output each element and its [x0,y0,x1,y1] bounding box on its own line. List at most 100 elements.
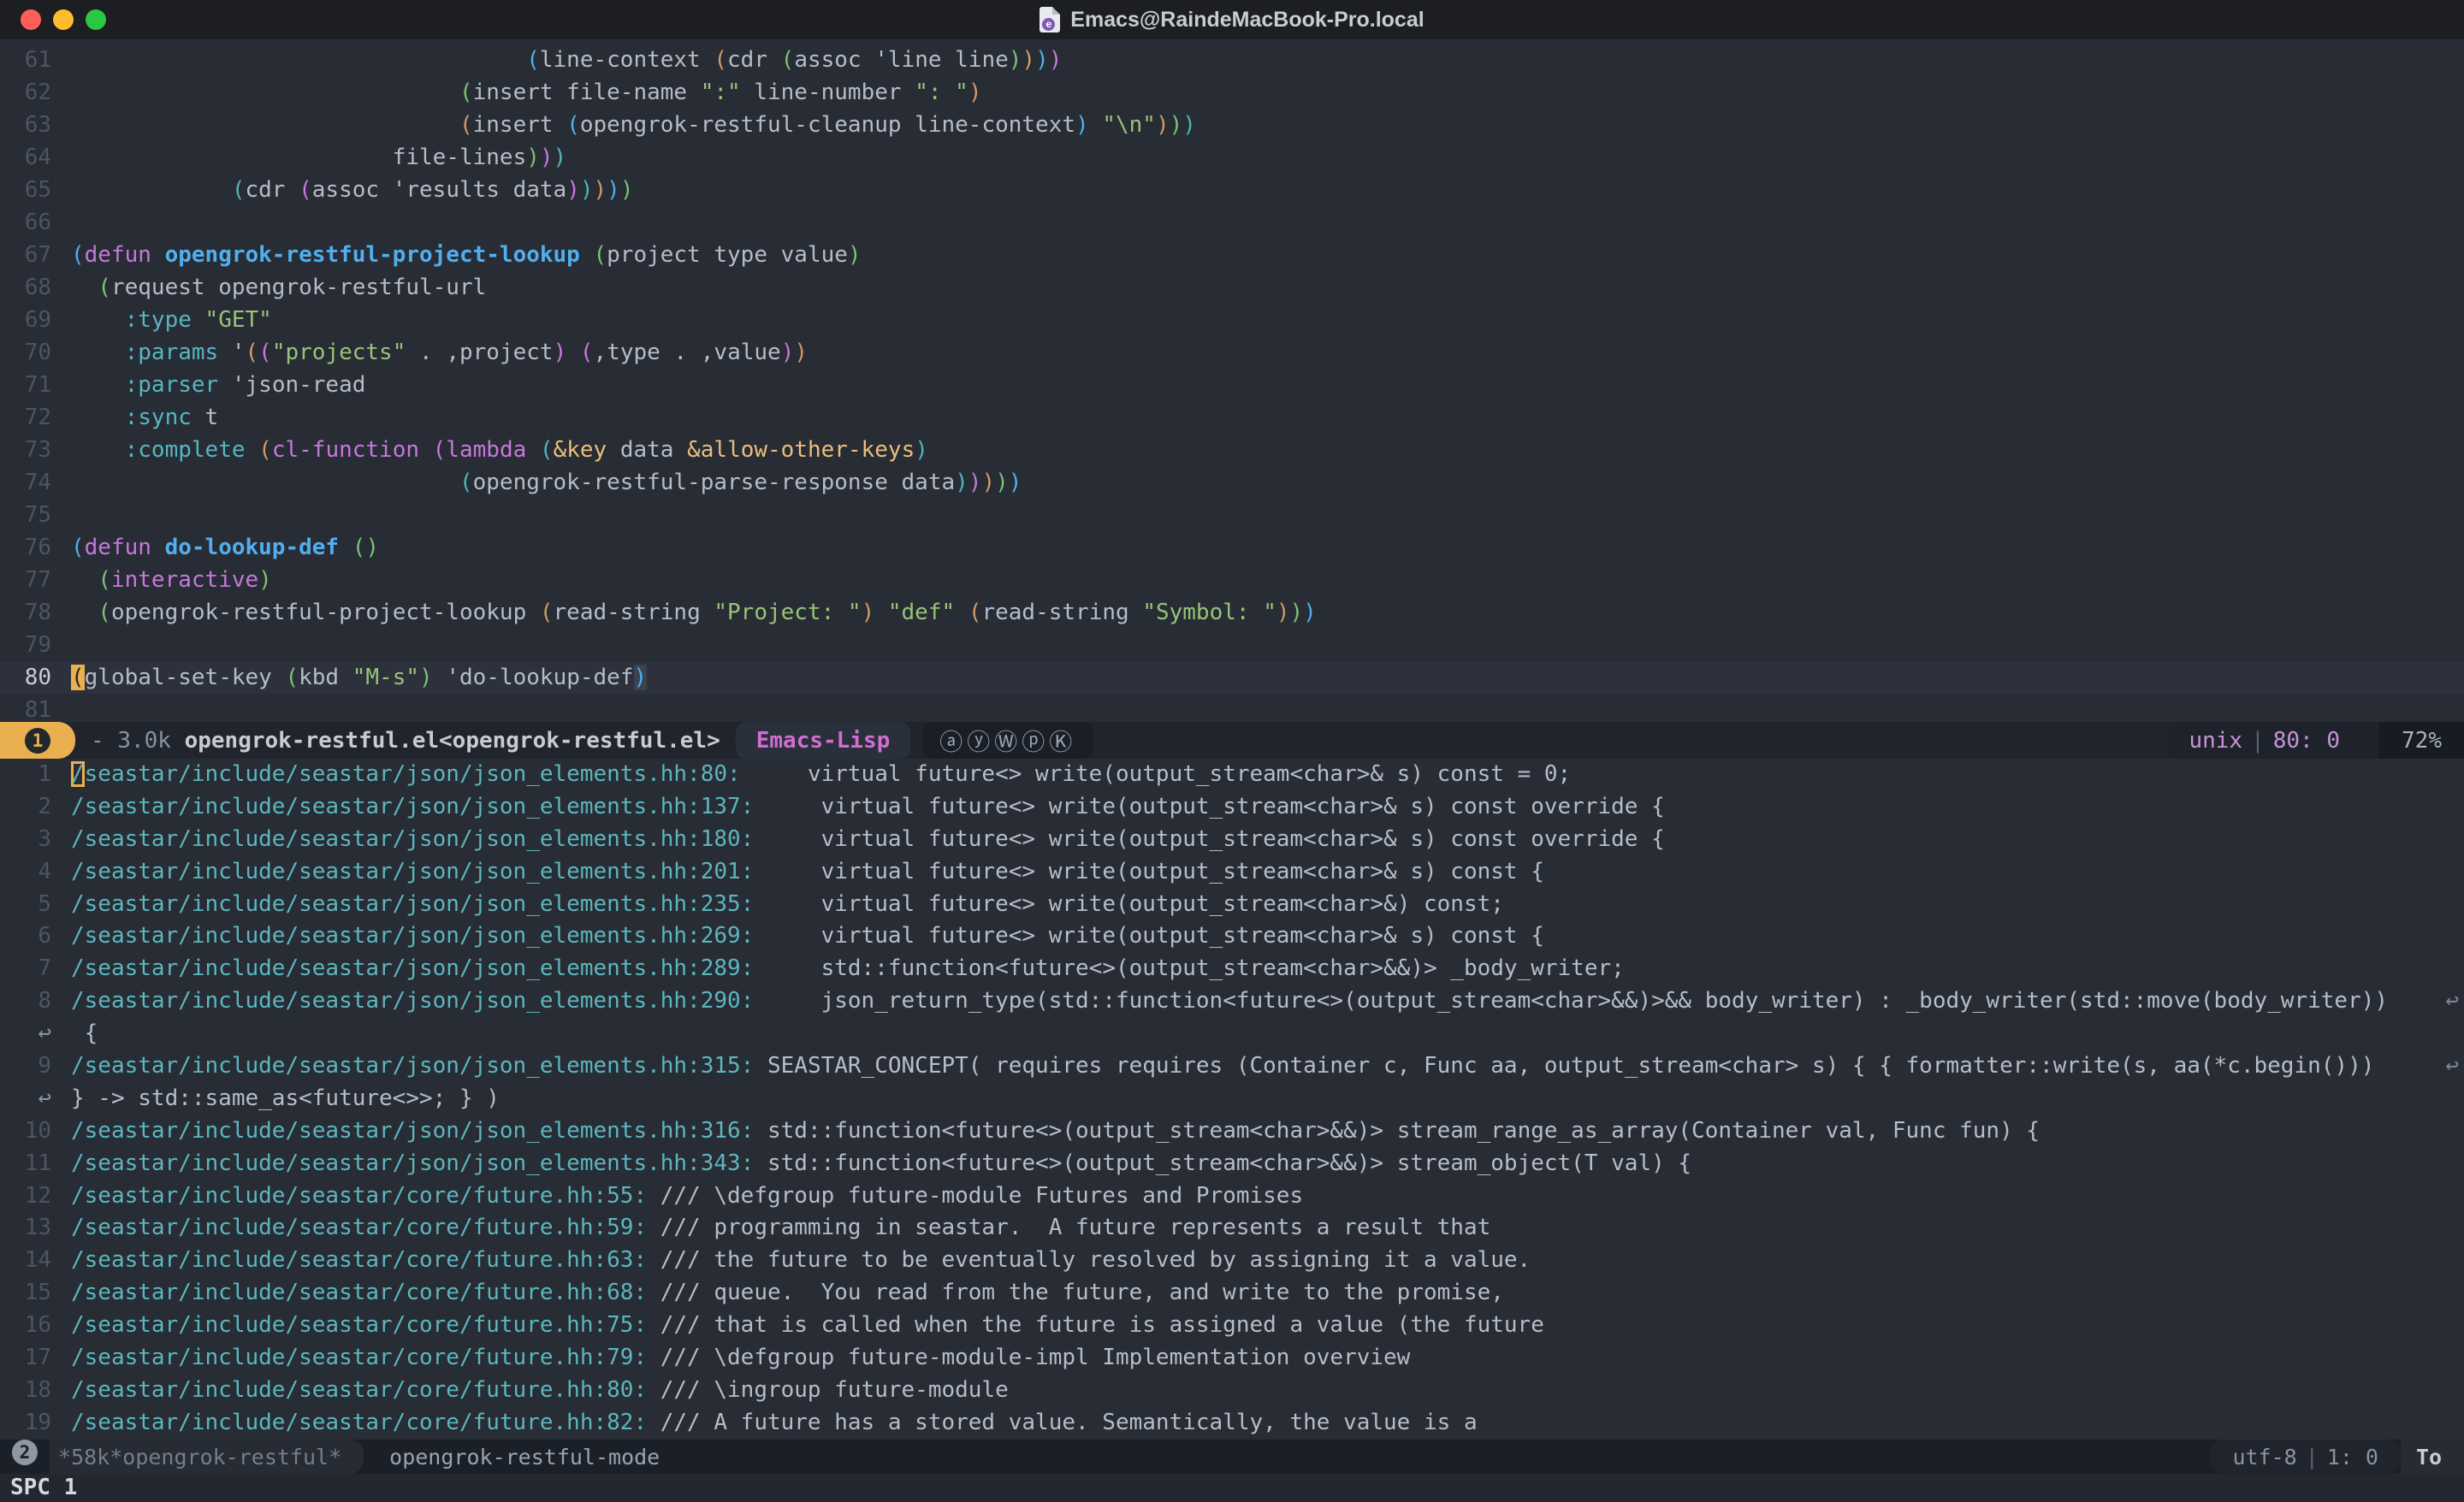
result-row[interactable]: 18/seastar/include/seastar/core/future.h… [0,1375,2464,1407]
code-line[interactable]: 67(defun opengrok-restful-project-lookup… [0,239,2464,271]
code-line[interactable]: 72 :sync t [0,401,2464,434]
results-window[interactable]: 1/seastar/include/seastar/json/json_elem… [0,759,2464,1440]
result-row[interactable]: 19/seastar/include/seastar/core/future.h… [0,1407,2464,1440]
result-path[interactable]: /seastar/include/seastar/core/future.hh:… [71,1215,647,1240]
code-line[interactable]: 77 (interactive) [0,564,2464,596]
major-mode-chip[interactable]: Emacs-Lisp [736,722,911,759]
result-path[interactable]: /seastar/include/seastar/core/future.hh:… [71,1377,647,1403]
result-row[interactable]: ↩} -> std::same_as<future<>>; } ) [0,1083,2464,1115]
result-path[interactable]: /seastar/include/seastar/core/future.hh:… [71,1183,647,1209]
result-path[interactable]: /seastar/include/seastar/core/future.hh:… [71,1410,647,1435]
result-row[interactable]: 13/seastar/include/seastar/core/future.h… [0,1212,2464,1245]
close-button-icon[interactable] [21,9,41,30]
major-mode-label: Emacs-Lisp [756,728,891,754]
result-row[interactable]: 15/seastar/include/seastar/core/future.h… [0,1277,2464,1310]
code-line[interactable]: 62 (insert file-name ":" line-number ": … [0,76,2464,109]
code-window[interactable]: 61 (line-context (cdr (assoc 'line line)… [0,39,2464,722]
result-path[interactable]: /seastar/include/seastar/core/future.hh:… [71,1312,647,1338]
line-number: 6 [0,920,71,953]
line-number: 81 [0,694,71,722]
line-number: 78 [0,596,71,629]
code-line[interactable]: 66 [0,206,2464,239]
result-row[interactable]: 17/seastar/include/seastar/core/future.h… [0,1342,2464,1375]
result-row[interactable]: 3/seastar/include/seastar/json/json_elem… [0,824,2464,856]
line-number: 2 [0,791,71,824]
result-path[interactable]: /seastar/include/seastar/json/json_eleme… [71,826,754,852]
result-path[interactable]: /seastar/include/seastar/core/future.hh:… [71,1247,647,1273]
major-mode-label[interactable]: opengrok-restful-mode [364,1440,685,1474]
result-path[interactable]: /seastar/include/seastar/json/json_eleme… [71,891,754,917]
result-row[interactable]: 8/seastar/include/seastar/json/json_elem… [0,985,2464,1018]
result-code: json_return_type(std::function<future<>(… [754,988,2388,1014]
line-number: 62 [0,76,71,109]
line-number: 18 [0,1375,71,1407]
buffer-info[interactable]: - 3.0k opengrok-restful.el<opengrok-rest… [75,722,736,759]
buffer-name: *opengrok-restful* [110,1445,341,1469]
result-row[interactable]: 2/seastar/include/seastar/json/json_elem… [0,791,2464,824]
result-path[interactable]: /seastar/include/seastar/core/future.hh:… [71,1280,647,1305]
code-line[interactable]: 76(defun do-lookup-def () [0,531,2464,564]
code-line[interactable]: 70 :params '(("projects" . ,project) (,t… [0,336,2464,369]
result-code: SEASTAR_CONCEPT( requires requires (Cont… [754,1053,2388,1079]
result-row[interactable]: 6/seastar/include/seastar/json/json_elem… [0,920,2464,953]
result-path[interactable]: /seastar/include/seastar/json/json_eleme… [71,988,754,1014]
code-line[interactable]: 63 (insert (opengrok-restful-cleanup lin… [0,109,2464,141]
result-row[interactable]: ↩ { [0,1018,2464,1050]
code-line[interactable]: 71 :parser 'json-read [0,369,2464,401]
result-row[interactable]: 12/seastar/include/seastar/core/future.h… [0,1180,2464,1213]
wrap-icon: ↩ [2445,1050,2459,1083]
line-number: 7 [0,953,71,985]
result-path[interactable]: /seastar/include/seastar/json/json_eleme… [71,859,754,884]
result-code: virtual future<> write(output_stream<cha… [754,859,1544,884]
mode-line-inactive: 2 * 58k *opengrok-restful* opengrok-rest… [0,1440,2464,1474]
hollow-cursor: / [71,761,85,787]
result-path[interactable]: /seastar/include/seastar/json/json_eleme… [71,955,754,981]
result-row[interactable]: 11/seastar/include/seastar/json/json_ele… [0,1148,2464,1180]
result-row[interactable]: 16/seastar/include/seastar/core/future.h… [0,1310,2464,1342]
minor-mode-icons: ⓐⓨⓌⓟⓀ [939,724,1076,757]
result-row[interactable]: 10/seastar/include/seastar/json/json_ele… [0,1115,2464,1148]
minimize-button-icon[interactable] [53,9,74,30]
result-path[interactable]: /seastar/include/seastar/core/future.hh:… [71,1345,647,1370]
result-row[interactable]: 4/seastar/include/seastar/json/json_elem… [0,856,2464,889]
code-line[interactable]: 68 (request opengrok-restful-url [0,271,2464,304]
line-number: 61 [0,44,71,76]
code-line[interactable]: 73 :complete (cl-function (lambda (&key … [0,434,2464,466]
result-code: std::function<future<>(output_stream<cha… [754,1150,1691,1176]
line-number: 79 [0,629,71,661]
cursor-position: 1: 0 [2327,1445,2378,1469]
result-row[interactable]: 9/seastar/include/seastar/json/json_elem… [0,1050,2464,1083]
result-path[interactable]: /seastar/include/seastar/json/json_eleme… [71,794,754,819]
code-line[interactable]: 75 [0,499,2464,531]
code-line[interactable]: 79 [0,629,2464,661]
result-path[interactable]: /seastar/include/seastar/json/json_eleme… [71,1118,754,1144]
zoom-button-icon[interactable] [86,9,106,30]
code-line[interactable]: 78 (opengrok-restful-project-lookup (rea… [0,596,2464,629]
line-number: 8 [0,985,71,1018]
result-row[interactable]: 14/seastar/include/seastar/core/future.h… [0,1245,2464,1277]
code-line[interactable]: 81 [0,694,2464,722]
code-line[interactable]: 64 file-lines))) [0,141,2464,174]
result-path[interactable]: /seastar/include/seastar/json/json_eleme… [71,923,754,949]
workspace-ribbon[interactable]: 1 [0,722,75,759]
result-row[interactable]: 5/seastar/include/seastar/json/json_elem… [0,889,2464,921]
line-number: 1 [0,759,71,791]
result-path[interactable]: /seastar/include/seastar/json/json_eleme… [71,1053,754,1079]
code-line[interactable]: 69 :type "GET" [0,304,2464,336]
echo-text: SPC 1 [10,1475,77,1500]
result-path[interactable]: /seastar/include/seastar/json/json_eleme… [71,761,741,787]
code-line[interactable]: 61 (line-context (cdr (assoc 'line line)… [0,44,2464,76]
code-line[interactable]: 74 (opengrok-restful-parse-response data… [0,466,2464,499]
line-number: 9 [0,1050,71,1083]
result-row[interactable]: 7/seastar/include/seastar/json/json_elem… [0,953,2464,985]
buffer-info[interactable]: * 58k *opengrok-restful* [50,1440,364,1474]
code-line[interactable]: 65 (cdr (assoc 'results data))))) [0,174,2464,206]
titlebar: e Emacs@RaindeMacBook-Pro.local [0,0,2464,39]
result-row[interactable]: 1/seastar/include/seastar/json/json_elem… [0,759,2464,791]
result-code: } -> std::same_as<future<>>; } ) [71,1085,500,1111]
buffer-name: opengrok-restful.el<opengrok-restful.el> [185,728,720,754]
minor-modes-chip[interactable]: ⓐⓨⓌⓟⓀ [922,722,1093,759]
result-path[interactable]: /seastar/include/seastar/json/json_eleme… [71,1150,754,1176]
minibuffer[interactable]: SPC 1 [0,1474,2464,1502]
code-line[interactable]: 80(global-set-key (kbd "M-s") 'do-lookup… [0,661,2464,694]
